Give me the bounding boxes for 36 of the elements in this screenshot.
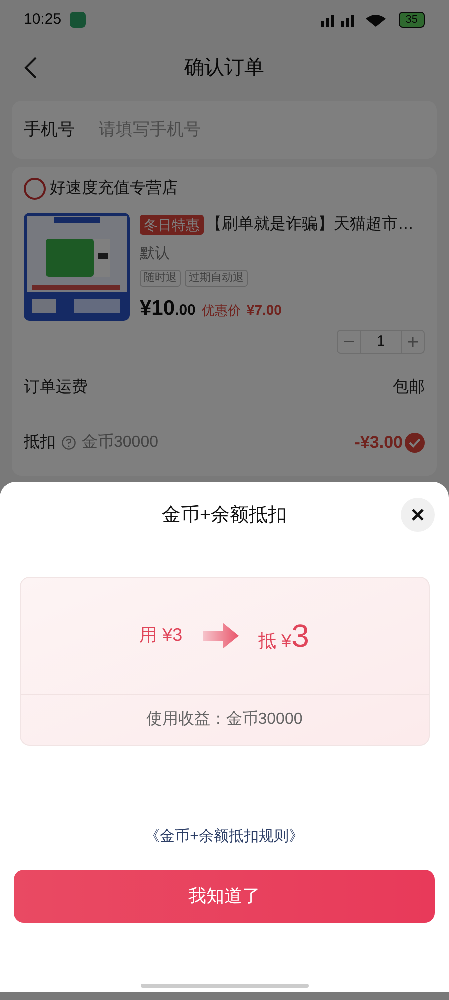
- minus-icon[interactable]: [344, 341, 354, 343]
- help-icon[interactable]: [62, 436, 76, 450]
- app-icon: [70, 12, 86, 28]
- usage-text: 使用收益：金币30000: [146, 710, 303, 730]
- field-label: 手机号: [24, 119, 75, 142]
- rules-link[interactable]: 《金币+余额抵扣规则》: [145, 826, 304, 848]
- shipping-value: 包邮: [393, 378, 425, 398]
- page-title: 确认订单: [184, 56, 264, 80]
- sheet-title: 金币+余额抵扣: [162, 504, 288, 528]
- discount-label: 优惠价: [202, 302, 241, 320]
- product-title: 【刷单就是诈骗】天猫超市…: [206, 214, 414, 235]
- battery-indicator: 35: [398, 12, 425, 28]
- deduction-amount: -¥3.00: [354, 432, 403, 454]
- discount-price: ¥7.00: [246, 300, 282, 320]
- plus-icon[interactable]: [408, 337, 418, 347]
- confirm-button[interactable]: 我知道了: [14, 870, 435, 923]
- back-icon[interactable]: [24, 56, 38, 80]
- service-tag: 随时退: [140, 270, 181, 286]
- deduction-label: 抵扣: [24, 432, 56, 453]
- close-button[interactable]: [401, 498, 435, 532]
- store-logo-icon: [24, 178, 46, 200]
- quantity-value: 1: [360, 330, 402, 354]
- store-name: 好速度充值专营店: [50, 178, 178, 199]
- promo-badge: 冬日特惠: [140, 215, 204, 235]
- use-amount: 用 ¥3: [140, 624, 183, 647]
- shipping-label: 订单运费: [24, 378, 88, 398]
- close-icon: [411, 508, 425, 522]
- check-icon[interactable]: [405, 432, 425, 453]
- product-variant: 默认: [140, 244, 171, 264]
- arrow-icon: [202, 622, 239, 648]
- coin-amount: 金币30000: [82, 432, 158, 453]
- offset-amount: 抵 ¥3: [258, 616, 310, 656]
- service-tag: 过期自动退: [185, 270, 248, 286]
- status-time: 10:25: [24, 10, 62, 30]
- quantity-stepper[interactable]: 1: [337, 330, 425, 354]
- product-price: ¥10.00: [140, 296, 196, 322]
